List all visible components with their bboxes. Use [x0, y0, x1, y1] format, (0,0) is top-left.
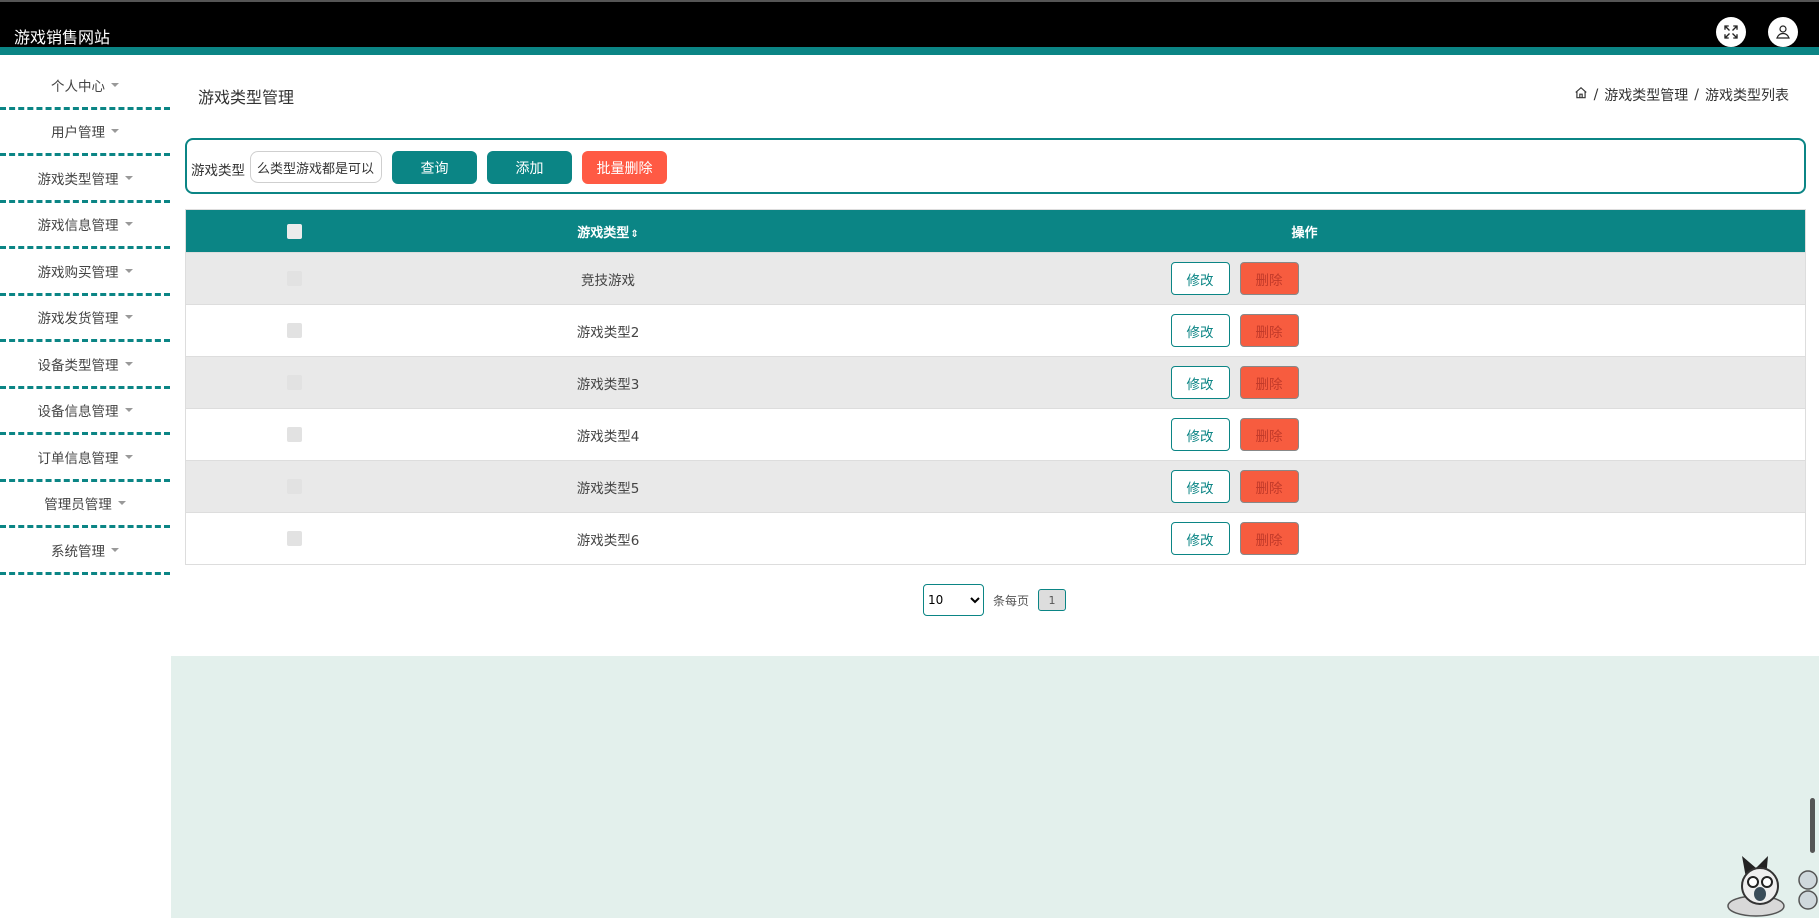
page-size-select[interactable]: 10: [923, 584, 984, 616]
table-row: 游戏类型6 修改 删除: [186, 512, 1805, 564]
cell-game-type: 竞技游戏: [581, 272, 635, 289]
per-page-label: 条每页: [993, 593, 1030, 608]
table-header: 游戏类型⇕ 操作: [186, 210, 1805, 252]
sidebar-item-game-purchase-management[interactable]: 游戏购买管理: [0, 249, 170, 296]
caret-down-icon: [124, 175, 133, 180]
breadcrumb: / 游戏类型管理 / 游戏类型列表: [1574, 85, 1789, 105]
content-footer-area: [171, 656, 1819, 918]
row-checkbox[interactable]: [286, 479, 302, 494]
game-type-search-input[interactable]: [250, 151, 382, 183]
top-bar: 游戏销售网站: [0, 0, 1819, 55]
edit-button[interactable]: 修改: [1170, 366, 1230, 399]
caret-down-icon: [117, 501, 126, 506]
sidebar-item-admin-management[interactable]: 管理员管理: [0, 482, 170, 528]
edit-button[interactable]: 修改: [1170, 314, 1230, 347]
delete-button[interactable]: 删除: [1239, 262, 1299, 295]
cell-game-type: 游戏类型4: [576, 428, 640, 445]
row-checkbox[interactable]: [286, 375, 302, 390]
select-all-checkbox[interactable]: [286, 223, 302, 239]
sidebar-item-device-info-management[interactable]: 设备信息管理: [0, 389, 170, 435]
row-checkbox[interactable]: [286, 531, 302, 546]
caret-down-icon: [124, 361, 133, 366]
query-button[interactable]: 查询: [392, 151, 477, 184]
sidebar-item-system-management[interactable]: 系统管理: [0, 528, 170, 575]
pagination: 10 条每页 1: [923, 584, 1067, 616]
table-row: 游戏类型3 修改 删除: [186, 356, 1805, 408]
table-row: 游戏类型4 修改 删除: [186, 408, 1805, 460]
delete-button[interactable]: 删除: [1239, 418, 1299, 451]
caret-down-icon: [124, 315, 133, 320]
delete-button[interactable]: 删除: [1239, 522, 1299, 555]
caret-down-icon: [111, 129, 119, 134]
site-title: 游戏销售网站: [14, 28, 111, 47]
search-bar: 游戏类型 查询 添加 批量删除: [185, 138, 1806, 194]
delete-button[interactable]: 删除: [1239, 470, 1299, 503]
sidebar-item-user-management[interactable]: 用户管理: [0, 110, 170, 156]
cell-game-type: 游戏类型5: [576, 480, 640, 497]
scrollbar-thumb[interactable]: [1810, 798, 1815, 853]
breadcrumb-separator: /: [1694, 87, 1699, 103]
fullscreen-icon[interactable]: [1716, 17, 1746, 47]
caret-down-icon: [124, 268, 133, 273]
caret-down-icon: [124, 454, 133, 459]
user-icon[interactable]: [1768, 17, 1798, 47]
add-button[interactable]: 添加: [487, 151, 572, 184]
delete-button[interactable]: 删除: [1239, 314, 1299, 347]
row-checkbox[interactable]: [286, 323, 302, 338]
edit-button[interactable]: 修改: [1170, 418, 1230, 451]
breadcrumb-item-game-type-list: 游戏类型列表: [1705, 88, 1789, 104]
table-row: 游戏类型5 修改 删除: [186, 460, 1805, 512]
breadcrumb-separator: /: [1593, 87, 1599, 103]
column-header-operation: 操作: [1291, 225, 1318, 241]
home-icon[interactable]: [1574, 86, 1588, 104]
mascot-cat-icon[interactable]: [1716, 848, 1819, 918]
sidebar-item-game-shipping-management[interactable]: 游戏发货管理: [0, 296, 170, 342]
sidebar: 个人中心 用户管理 游戏类型管理 游戏信息管理 游戏购买管理 游戏发货管理 设备…: [0, 63, 170, 575]
breadcrumb-item-game-type-management[interactable]: 游戏类型管理: [1604, 85, 1688, 105]
cell-game-type: 游戏类型3: [576, 376, 640, 393]
batch-delete-button[interactable]: 批量删除: [582, 151, 667, 184]
delete-button[interactable]: 删除: [1239, 366, 1299, 399]
page-title: 游戏类型管理: [198, 88, 295, 107]
caret-down-icon: [124, 408, 133, 413]
row-checkbox[interactable]: [286, 427, 302, 442]
caret-down-icon: [111, 82, 119, 87]
sidebar-item-device-type-management[interactable]: 设备类型管理: [0, 342, 170, 389]
caret-down-icon: [124, 222, 133, 227]
sidebar-item-game-info-management[interactable]: 游戏信息管理: [0, 203, 170, 249]
table-row: 竞技游戏 修改 删除: [186, 252, 1805, 304]
cell-game-type: 游戏类型2: [576, 324, 640, 341]
sort-icon[interactable]: ⇕: [630, 229, 638, 240]
column-header-game-type[interactable]: 游戏类型⇕: [402, 222, 814, 241]
sidebar-item-order-info-management[interactable]: 订单信息管理: [0, 435, 170, 482]
sidebar-item-game-type-management[interactable]: 游戏类型管理: [0, 156, 170, 203]
row-checkbox[interactable]: [286, 271, 302, 286]
table-row: 游戏类型2 修改 删除: [186, 304, 1805, 356]
edit-button[interactable]: 修改: [1170, 522, 1230, 555]
edit-button[interactable]: 修改: [1170, 470, 1230, 503]
game-type-table: 游戏类型⇕ 操作 竞技游戏 修改 删除 游戏类型2 修改 删除 游戏类型3 修改 删除…: [185, 209, 1806, 565]
caret-down-icon: [111, 547, 119, 552]
search-label: 游戏类型: [191, 163, 245, 179]
edit-button[interactable]: 修改: [1170, 262, 1230, 295]
page-number-button[interactable]: 1: [1038, 589, 1067, 611]
sidebar-item-personal-center[interactable]: 个人中心: [0, 63, 170, 110]
cell-game-type: 游戏类型6: [576, 532, 640, 549]
